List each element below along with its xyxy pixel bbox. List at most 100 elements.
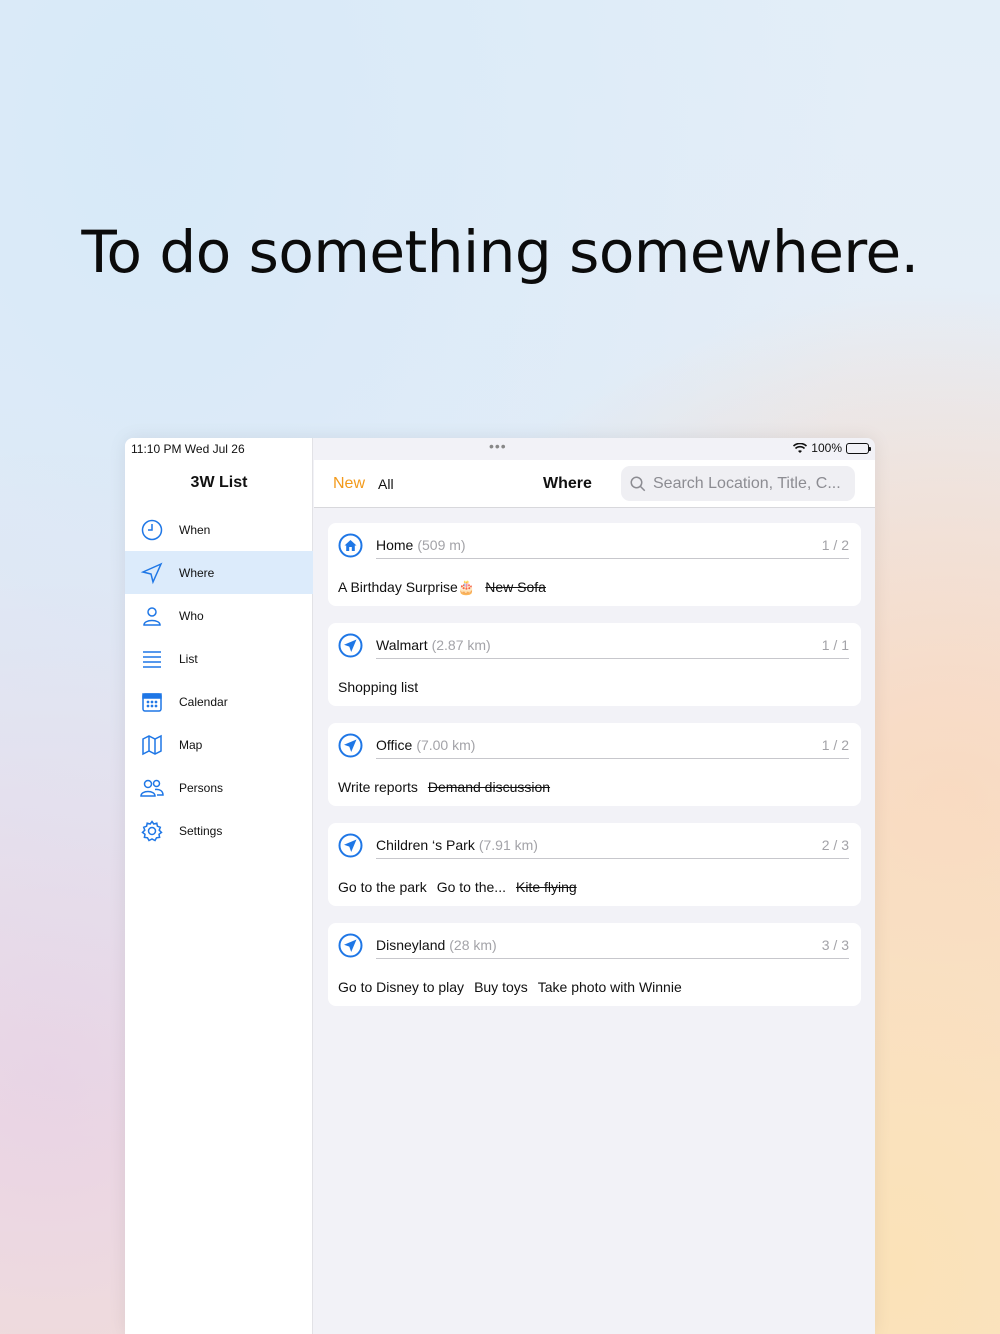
task-list: A Birthday Surprise🎂 New Sofa bbox=[338, 579, 556, 596]
divider bbox=[376, 958, 849, 959]
main-pane: New All Where Search Location, Title, C.… bbox=[314, 438, 875, 1334]
task-count: 2 / 3 bbox=[821, 837, 849, 853]
task-completed[interactable]: Demand discussion bbox=[428, 779, 550, 795]
status-bar: 11:10 PM Wed Jul 26 ••• 100% bbox=[125, 438, 875, 460]
task-count: 1 / 2 bbox=[821, 537, 849, 553]
location-header: Walmart (2.87 km) 1 / 1 bbox=[338, 633, 849, 659]
wifi-icon bbox=[793, 442, 808, 453]
divider bbox=[376, 758, 849, 759]
location-title: Walmart bbox=[376, 637, 428, 653]
location-distance: (509 m) bbox=[417, 537, 466, 553]
location-title: Children ‘s Park bbox=[376, 837, 475, 853]
location-header: Office (7.00 km) 1 / 2 bbox=[338, 733, 849, 759]
task-count: 1 / 1 bbox=[821, 637, 849, 653]
sidebar-item-settings[interactable]: Settings bbox=[125, 809, 313, 852]
task-count: 3 / 3 bbox=[821, 937, 849, 953]
search-input[interactable]: Search Location, Title, C... bbox=[621, 466, 855, 501]
sidebar-item-label: Settings bbox=[179, 823, 223, 838]
location-card[interactable]: Walmart (2.87 km) 1 / 1 Shopping list bbox=[328, 623, 861, 706]
task[interactable]: Go to the... bbox=[437, 879, 506, 895]
location-title: Disneyland bbox=[376, 937, 446, 953]
page-title: Where bbox=[543, 475, 592, 492]
sidebar-item-label: List bbox=[179, 651, 198, 666]
sidebar-item-list[interactable]: List bbox=[125, 637, 313, 680]
location-distance: (7.91 km) bbox=[478, 837, 538, 853]
person-icon bbox=[139, 603, 165, 629]
task[interactable]: Go to Disney to play bbox=[338, 979, 464, 995]
ipad-screen: 3W List When Where Who List Calendar Map Perso… bbox=[125, 438, 875, 1334]
sidebar-item-map[interactable]: Map bbox=[125, 723, 313, 766]
battery-percent: 100% bbox=[811, 441, 842, 455]
location-header: Home (509 m) 1 / 2 bbox=[338, 533, 849, 559]
new-button[interactable]: New bbox=[333, 475, 365, 493]
location-header: Disneyland (28 km) 3 / 3 bbox=[338, 933, 849, 959]
divider bbox=[376, 558, 849, 559]
task[interactable]: A Birthday Surprise🎂 bbox=[338, 579, 475, 595]
calendar-icon bbox=[139, 689, 165, 715]
search-icon bbox=[630, 476, 646, 491]
location-title: Office bbox=[376, 737, 413, 753]
location-distance: (2.87 km) bbox=[431, 637, 491, 653]
location-name: Children ‘s Park (7.91 km) bbox=[376, 837, 538, 853]
task-list: Shopping list bbox=[338, 679, 428, 695]
location-name: Walmart (2.87 km) bbox=[376, 637, 491, 653]
divider bbox=[376, 858, 849, 859]
task[interactable]: Take photo with Winnie bbox=[538, 979, 682, 995]
divider bbox=[376, 658, 849, 659]
location-arrow-icon bbox=[338, 933, 363, 958]
sidebar-nav: When Where Who List Calendar Map Persons Settin… bbox=[125, 508, 313, 852]
location-title: Home bbox=[376, 537, 414, 553]
task[interactable]: Write reports bbox=[338, 779, 418, 795]
location-distance: (28 km) bbox=[449, 937, 497, 953]
battery-icon bbox=[846, 442, 871, 454]
clock-icon bbox=[139, 517, 165, 543]
sidebar-item-calendar[interactable]: Calendar bbox=[125, 680, 313, 723]
headline: To do something somewhere. bbox=[81, 218, 919, 286]
all-button[interactable]: All bbox=[378, 476, 394, 492]
task-completed[interactable]: Kite flying bbox=[516, 879, 577, 895]
location-name: Office (7.00 km) bbox=[376, 737, 475, 753]
location-arrow-icon bbox=[338, 733, 363, 758]
gear-icon bbox=[139, 818, 165, 844]
task-list: Write reports Demand discussion bbox=[338, 779, 560, 795]
task[interactable]: Go to the park bbox=[338, 879, 427, 895]
task-completed[interactable]: New Sofa bbox=[485, 579, 546, 595]
map-icon bbox=[139, 732, 165, 758]
search-placeholder: Search Location, Title, C... bbox=[653, 474, 841, 492]
sidebar-item-persons[interactable]: Persons bbox=[125, 766, 313, 809]
location-card[interactable]: Office (7.00 km) 1 / 2 Write reports Demand … bbox=[328, 723, 861, 806]
sidebar-item-label: Map bbox=[179, 737, 203, 752]
location-header: Children ‘s Park (7.91 km) 2 / 3 bbox=[338, 833, 849, 859]
location-arrow-icon bbox=[338, 633, 363, 658]
location-list: Home (509 m) 1 / 2 A Birthday Surprise🎂 New … bbox=[328, 523, 861, 1023]
persons-icon bbox=[139, 775, 165, 801]
location-arrow-icon bbox=[338, 833, 363, 858]
sidebar-item-when[interactable]: When bbox=[125, 508, 313, 551]
location-card[interactable]: Home (509 m) 1 / 2 A Birthday Surprise🎂 New … bbox=[328, 523, 861, 606]
status-right: 100% bbox=[793, 441, 871, 455]
task-count: 1 / 2 bbox=[821, 737, 849, 753]
location-arrow-icon bbox=[139, 560, 165, 586]
task[interactable]: Shopping list bbox=[338, 679, 418, 695]
sidebar-item-who[interactable]: Who bbox=[125, 594, 313, 637]
location-card[interactable]: Disneyland (28 km) 3 / 3 Go to Disney to pl… bbox=[328, 923, 861, 1006]
task-list: Go to Disney to play Buy toys Take photo w… bbox=[338, 979, 692, 995]
sidebar-item-label: Calendar bbox=[179, 694, 228, 709]
sidebar-item-label: Where bbox=[179, 565, 215, 580]
multitasking-dots[interactable]: ••• bbox=[489, 438, 507, 454]
list-icon bbox=[139, 646, 165, 672]
app-title: 3W List bbox=[190, 474, 248, 491]
task[interactable]: Buy toys bbox=[474, 979, 528, 995]
task-list: Go to the park Go to the... Kite flying bbox=[338, 879, 587, 895]
sidebar-item-label: Who bbox=[179, 608, 204, 623]
navigation-bar: New All Where Search Location, Title, C.… bbox=[314, 460, 875, 508]
sidebar-item-label: When bbox=[179, 522, 211, 537]
sidebar-item-where[interactable]: Where bbox=[125, 551, 313, 594]
location-name: Disneyland (28 km) bbox=[376, 937, 497, 953]
home-icon bbox=[338, 533, 363, 558]
location-distance: (7.00 km) bbox=[416, 737, 476, 753]
status-time: 11:10 PM Wed Jul 26 bbox=[131, 442, 245, 456]
location-name: Home (509 m) bbox=[376, 537, 466, 553]
location-card[interactable]: Children ‘s Park (7.91 km) 2 / 3 Go to the … bbox=[328, 823, 861, 906]
sidebar: 3W List When Where Who List Calendar Map Perso… bbox=[125, 438, 313, 1334]
